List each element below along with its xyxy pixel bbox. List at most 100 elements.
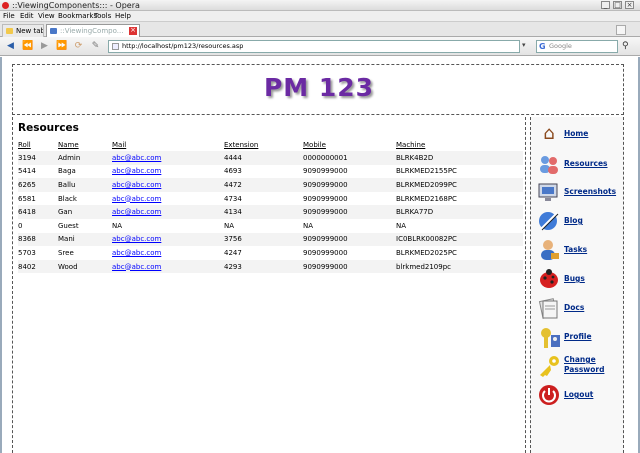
address-text: http://localhost/pm123/resources.asp [122, 42, 244, 50]
tab-new[interactable]: New tab [2, 24, 44, 37]
header-frame: PM 123 [12, 64, 624, 115]
edit-icon[interactable]: ✎ [90, 41, 101, 52]
mail-link[interactable]: abc@abc.com [112, 181, 161, 189]
minimize-icon[interactable]: _ [601, 1, 610, 9]
cell-name: Ballu [58, 180, 76, 189]
binoculars-icon[interactable]: ⚲ [622, 41, 636, 52]
sidebar-item-label: Screenshots [564, 187, 617, 196]
sidebar-item-bugs[interactable]: Bugs [537, 267, 623, 293]
reload-icon[interactable]: ⟳ [73, 41, 84, 52]
cell-extension: 4734 [224, 194, 242, 203]
sidebar-item-profile[interactable]: Profile [537, 325, 623, 351]
fast-forward-icon[interactable]: ⏩ [56, 41, 67, 52]
menu-help[interactable]: Help [115, 11, 131, 22]
search-input[interactable]: G Google [536, 40, 618, 53]
mail-link[interactable]: abc@abc.com [112, 195, 161, 203]
main-content: Resources Roll Name Mail Extension Mobil… [12, 117, 526, 453]
column-header-name[interactable]: Name [58, 139, 112, 151]
mail-link[interactable]: abc@abc.com [112, 263, 161, 271]
close-icon[interactable]: × [625, 1, 634, 9]
address-dropdown-icon[interactable]: ▾ [522, 41, 530, 52]
menu-view[interactable]: View [38, 11, 55, 22]
sidebar-item-resources[interactable]: Resources [537, 152, 623, 178]
cell-extension: 3756 [224, 235, 242, 244]
cell-name: Black [58, 194, 77, 203]
sidebar-item-blog[interactable]: Blog [537, 209, 623, 235]
people-icon [537, 152, 561, 176]
profile-key-icon [537, 325, 561, 349]
cell-roll: 0 [18, 221, 23, 230]
forward-icon[interactable]: ▶ [39, 41, 50, 52]
cell-mail: NA [112, 221, 123, 230]
cell-roll: 6265 [18, 180, 36, 189]
mail-link[interactable]: abc@abc.com [112, 249, 161, 257]
sidebar-item-docs[interactable]: Docs [537, 296, 623, 322]
cell-name: Wood [58, 262, 78, 271]
cell-extension: 4472 [224, 180, 242, 189]
globe-pen-icon [537, 209, 561, 233]
column-header-extension[interactable]: Extension [224, 139, 303, 151]
cell-mobile: NA [303, 221, 314, 230]
site-logo: PM 123 [263, 73, 375, 102]
cell-extension: 4293 [224, 262, 242, 271]
tab-bar: New tab ::ViewingCompo... × [0, 22, 640, 37]
cell-roll: 8368 [18, 235, 36, 244]
sidebar-item-tasks[interactable]: Tasks [537, 238, 623, 264]
sidebar-item-logout[interactable]: Logout [537, 383, 623, 409]
navigation-toolbar: ◀ ⏪ ▶ ⏩ ⟳ ✎ http://localhost/pm123/resou… [0, 37, 640, 56]
table-row: 6418 Gan abc@abc.com 4134 9090999000 BLR… [18, 205, 523, 219]
mail-link[interactable]: abc@abc.com [112, 208, 161, 216]
column-header-machine[interactable]: Machine [396, 139, 523, 151]
rewind-icon[interactable]: ⏪ [22, 41, 33, 52]
menu-file[interactable]: File [3, 11, 15, 22]
cell-mobile: 9090999000 [303, 248, 348, 257]
back-icon[interactable]: ◀ [5, 41, 16, 52]
address-bar[interactable]: http://localhost/pm123/resources.asp [108, 40, 520, 53]
cell-extension: 4247 [224, 248, 242, 257]
cell-name: Sree [58, 248, 74, 257]
tab-menu-icon[interactable] [616, 25, 626, 35]
column-header-mobile[interactable]: Mobile [303, 139, 396, 151]
sidebar-item-home[interactable]: ⌂ Home [537, 122, 623, 148]
cell-machine: BLRKMED2168PC [396, 194, 457, 203]
cell-roll: 5703 [18, 248, 36, 257]
cell-roll: 3194 [18, 153, 36, 162]
column-header-roll[interactable]: Roll [18, 139, 58, 151]
table-row: 8402 Wood abc@abc.com 4293 9090999000 bl… [18, 259, 523, 274]
mail-link[interactable]: abc@abc.com [112, 167, 161, 175]
cell-mail: abc@abc.com [112, 205, 224, 219]
ladybug-icon [537, 267, 561, 291]
cell-extension: 4693 [224, 167, 242, 176]
table-row: 5414 Baga abc@abc.com 4693 9090999000 BL… [18, 165, 523, 179]
monitor-icon [537, 180, 561, 204]
cell-mail: abc@abc.com [112, 151, 224, 165]
maximize-icon[interactable]: □ [613, 1, 622, 9]
tab-viewing-components[interactable]: ::ViewingCompo... × [46, 24, 140, 37]
cell-machine: BLRKA77D [396, 208, 434, 217]
sidebar-nav: ⌂ Home Resources Screenshots Blog Tasks … [530, 117, 624, 453]
mail-link[interactable]: abc@abc.com [112, 235, 161, 243]
page-title: Resources [18, 122, 79, 134]
cell-machine: blrkmed2109pc [396, 262, 451, 271]
menu-bookmarks[interactable]: Bookmarks [58, 11, 97, 22]
cell-mobile: 9090999000 [303, 235, 348, 244]
sidebar-item-screenshots[interactable]: Screenshots [537, 180, 623, 206]
column-header-mail[interactable]: Mail [112, 139, 224, 151]
key-icon [537, 354, 561, 378]
menu-bar: File Edit View Bookmarks Tools Help [0, 11, 640, 22]
sidebar-item-change-password[interactable]: Change Password [537, 354, 623, 380]
sidebar-item-label: Docs [564, 303, 585, 312]
menu-edit[interactable]: Edit [20, 11, 34, 22]
cell-name: Guest [58, 221, 79, 230]
menu-tools[interactable]: Tools [94, 11, 111, 22]
sidebar-item-label: Logout [564, 390, 594, 399]
cell-mobile: 0000000001 [303, 153, 348, 162]
window-titlebar: ::ViewingComponents::: - Opera _ □ × [0, 0, 640, 11]
mail-link[interactable]: abc@abc.com [112, 154, 161, 162]
table-row: 0 Guest NA NA NA NA [18, 219, 523, 233]
tab-close-icon[interactable]: × [129, 27, 137, 35]
cell-mail: abc@abc.com [112, 178, 224, 192]
google-icon: G [539, 42, 546, 51]
table-row: 8368 Mani abc@abc.com 3756 9090999000 IC… [18, 232, 523, 247]
tab-new-label: New tab [16, 27, 44, 35]
